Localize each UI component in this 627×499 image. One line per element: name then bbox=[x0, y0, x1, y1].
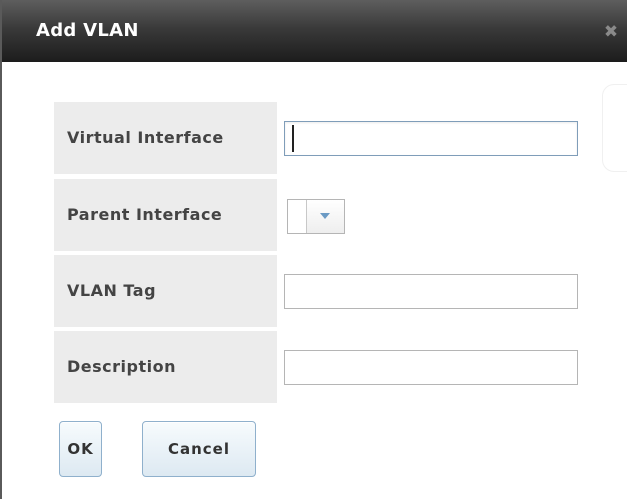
cancel-button[interactable]: Cancel bbox=[142, 421, 256, 477]
dropdown-button[interactable] bbox=[307, 200, 344, 233]
vlan-tag-label: VLAN Tag bbox=[54, 255, 277, 327]
chevron-down-icon bbox=[320, 213, 330, 219]
ok-button[interactable]: OK bbox=[59, 421, 102, 477]
dialog-title: Add VLAN bbox=[36, 20, 139, 41]
parent-interface-label: Parent Interface bbox=[54, 179, 277, 251]
close-icon[interactable]: ✖ bbox=[601, 22, 621, 42]
parent-interface-select[interactable] bbox=[287, 199, 345, 234]
add-vlan-dialog: Add VLAN ✖ Virtual Interface Parent Inte… bbox=[0, 0, 627, 499]
dialog-titlebar[interactable]: Add VLAN ✖ bbox=[2, 0, 627, 62]
description-label: Description bbox=[54, 331, 277, 403]
parent-interface-selected-value bbox=[288, 200, 307, 233]
virtual-interface-label: Virtual Interface bbox=[54, 102, 277, 174]
tooltip-shadow bbox=[602, 84, 627, 172]
virtual-interface-input[interactable] bbox=[284, 121, 578, 156]
vlan-tag-input[interactable] bbox=[284, 274, 578, 309]
text-caret bbox=[292, 125, 294, 152]
description-input[interactable] bbox=[284, 350, 578, 385]
